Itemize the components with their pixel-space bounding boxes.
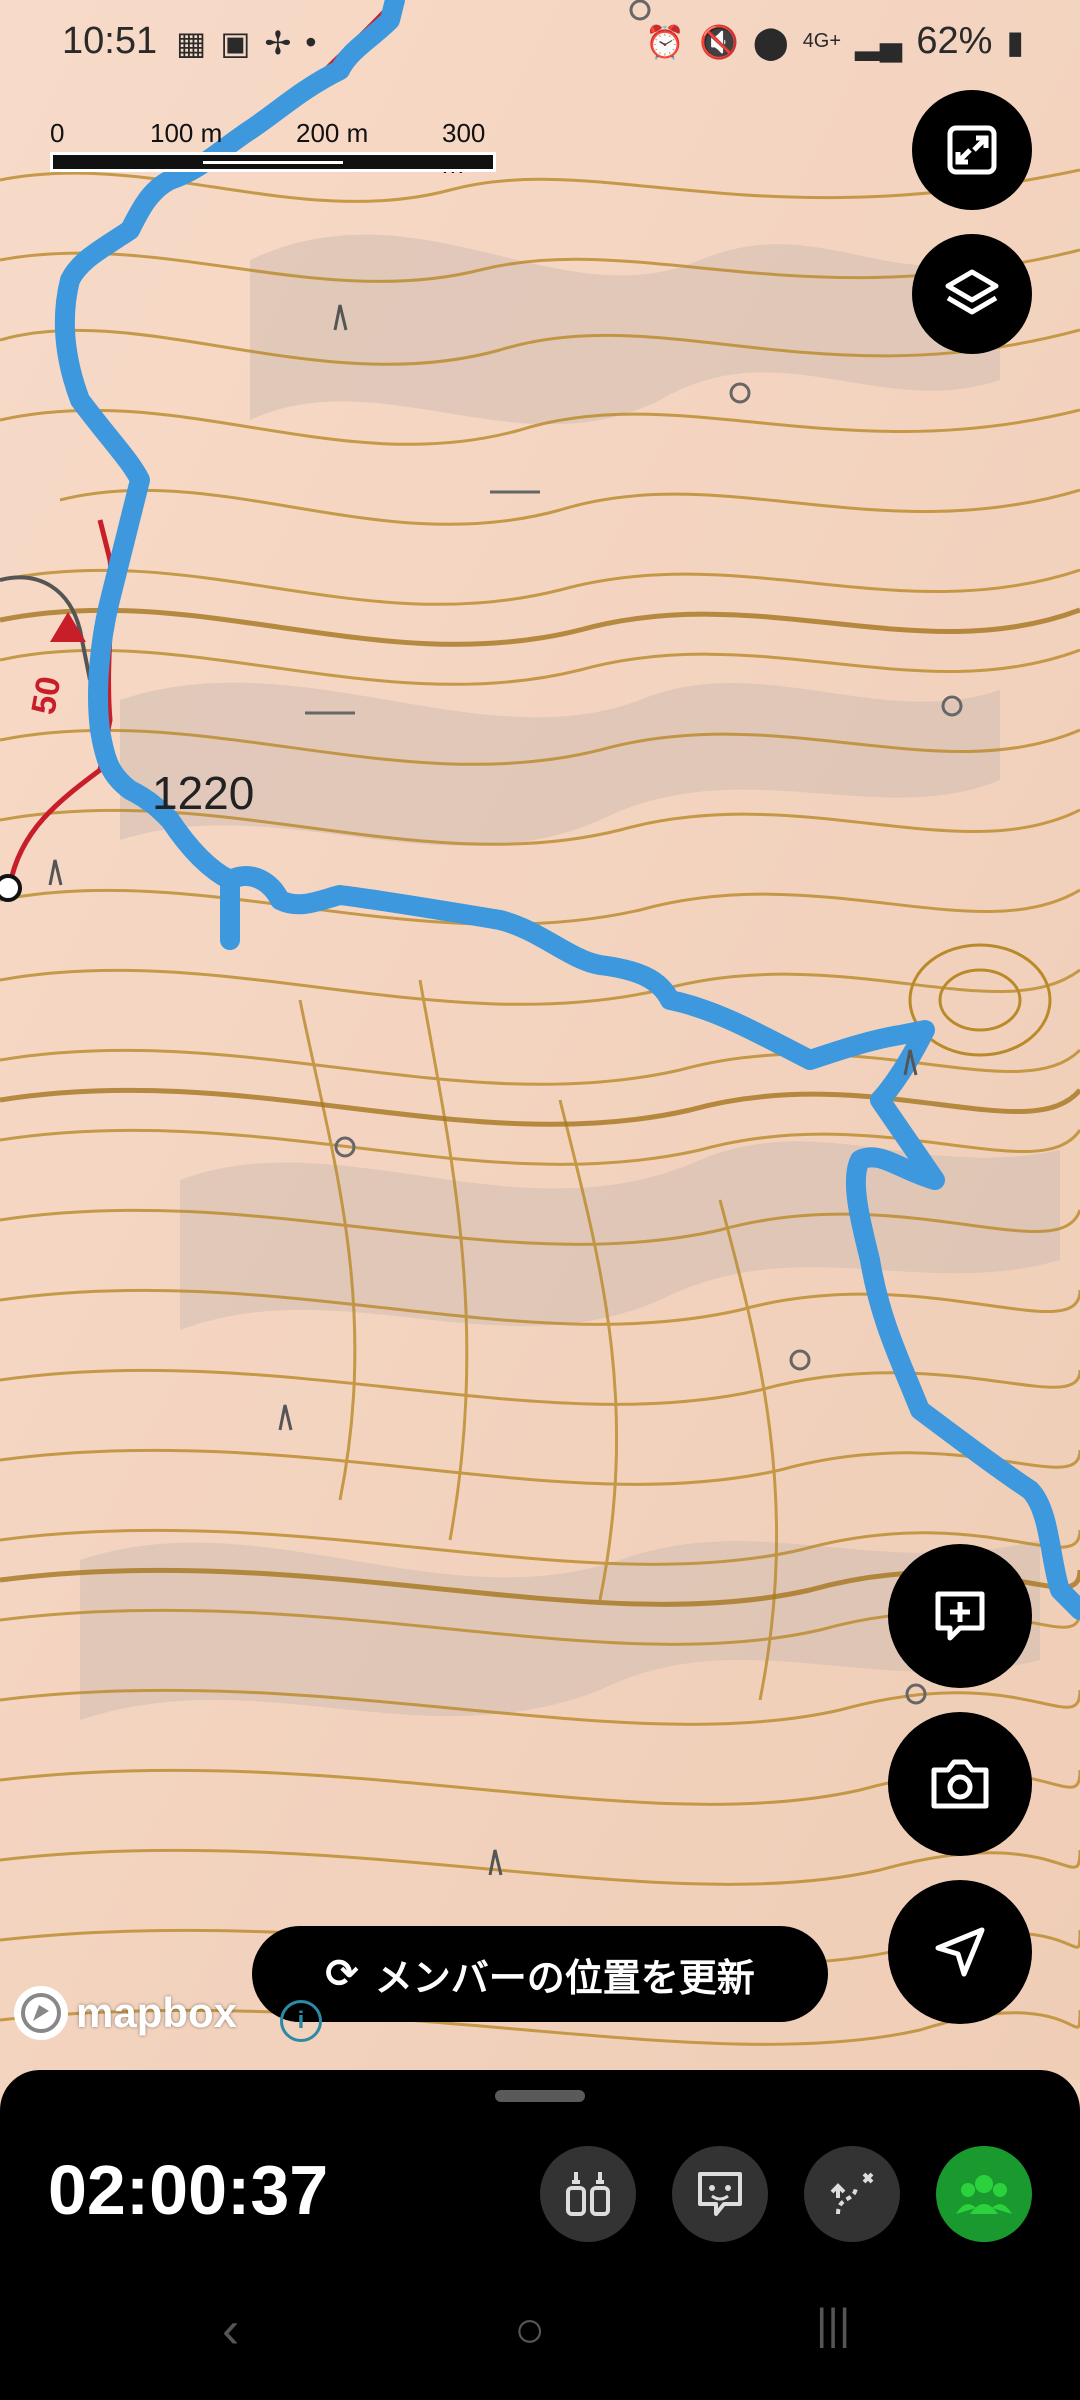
calendar-icon: ▦ xyxy=(176,25,207,61)
alarm-icon: ⏰ xyxy=(645,23,686,60)
add-note-icon xyxy=(935,1591,985,1641)
signal-icon: ▂▄ xyxy=(855,23,903,60)
scale-label-0: 0 xyxy=(50,118,65,148)
route-icon xyxy=(830,2172,874,2215)
nav-back-button[interactable]: ‹ xyxy=(222,2300,239,2360)
chat-button[interactable] xyxy=(672,2146,768,2242)
nav-recent-button[interactable]: ||| xyxy=(816,2300,850,2350)
camera-button[interactable] xyxy=(888,1712,1032,1856)
mute-icon: 🔇 xyxy=(699,23,739,60)
drag-handle[interactable] xyxy=(495,2090,585,2102)
location-icon: ⬤ xyxy=(752,23,789,60)
fullscreen-button[interactable] xyxy=(912,90,1032,210)
route-button[interactable] xyxy=(804,2146,900,2242)
nav-home-button[interactable]: ○ xyxy=(514,2300,545,2360)
scale-bar: 0 100 m 200 m 300 m xyxy=(50,118,500,179)
fullscreen-icon xyxy=(947,125,997,175)
locate-icon xyxy=(935,1927,985,1977)
attribution-info-icon[interactable]: i xyxy=(280,2000,322,2042)
status-bar: 10:51 ▦ ▣ ✢ • ⏰ 🔇 ⬤ 4G+ ▂▄ 62% ▮ xyxy=(0,0,1080,86)
mapbox-label: mapbox xyxy=(76,1989,238,2036)
elevation-label: 1220 xyxy=(152,767,255,819)
camera-icon xyxy=(931,1759,989,1809)
scale-label-100: 100 m xyxy=(150,118,223,148)
update-member-location-button[interactable]: ⟳ メンバーの位置を更新 xyxy=(252,1926,828,2022)
layers-button[interactable] xyxy=(912,234,1032,354)
status-right-icons: ⏰ 🔇 ⬤ 4G+ ▂▄ 62% ▮ xyxy=(645,20,1024,63)
scale-label-200: 200 m xyxy=(296,118,369,148)
battery-level: 62% xyxy=(916,20,993,62)
elapsed-timer: 02:00:37 xyxy=(48,2151,329,2229)
members-icon xyxy=(956,2175,1012,2214)
scale-bar-graphic xyxy=(50,152,496,172)
fan-icon: ✢ xyxy=(264,25,292,61)
battery-icon: ▮ xyxy=(1006,23,1024,60)
status-left-icons: ▦ ▣ ✢ • xyxy=(176,24,316,62)
4g-icon: 4G+ xyxy=(802,30,842,52)
chat-icon xyxy=(698,2172,742,2216)
layers-icon xyxy=(945,269,999,315)
mapbox-logo: mapbox xyxy=(14,1986,237,2040)
refresh-icon: ⟳ xyxy=(325,1952,359,1996)
update-member-location-label: メンバーの位置を更新 xyxy=(374,1957,755,2000)
route-marker-label: 50 xyxy=(24,673,69,718)
gear-list-icon xyxy=(566,2172,610,2216)
mapbox-badge-icon xyxy=(14,1986,68,2040)
status-time: 10:51 xyxy=(62,20,158,62)
gear-list-button[interactable] xyxy=(540,2146,636,2242)
system-nav-bar: ‹ ○ ||| xyxy=(0,2260,1080,2400)
image-icon: ▣ xyxy=(220,25,251,61)
dot-icon: • xyxy=(305,24,317,60)
locate-button[interactable] xyxy=(888,1880,1032,2024)
add-note-button[interactable] xyxy=(888,1544,1032,1688)
members-button[interactable] xyxy=(936,2146,1032,2242)
